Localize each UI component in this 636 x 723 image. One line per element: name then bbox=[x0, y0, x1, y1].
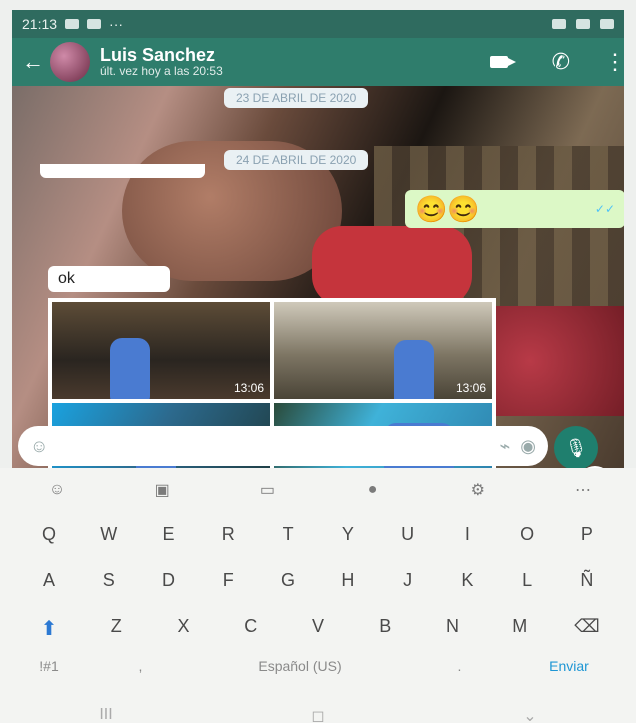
message-input-bar: ☺ ⌁ ◉ 🎙 bbox=[12, 424, 624, 470]
backspace-key-icon[interactable]: ⌫ bbox=[560, 616, 614, 641]
status-right bbox=[552, 19, 614, 29]
key-l[interactable]: L bbox=[500, 570, 554, 591]
shift-key-icon[interactable]: ⬆ bbox=[22, 616, 76, 641]
settings-gear-icon[interactable]: ⚙ bbox=[461, 480, 495, 500]
key-n[interactable]: N bbox=[426, 616, 480, 641]
date-pill-24: 24 DE ABRIL DE 2020 bbox=[224, 150, 369, 170]
key-n-tilde[interactable]: Ñ bbox=[560, 570, 614, 591]
signal-icon bbox=[552, 19, 566, 29]
read-ticks-icon: ✓✓ bbox=[594, 202, 615, 216]
key-j[interactable]: J bbox=[381, 570, 435, 591]
photo-tile-1[interactable]: 13:06 bbox=[52, 302, 270, 399]
key-m[interactable]: M bbox=[493, 616, 547, 641]
key-v[interactable]: V bbox=[291, 616, 345, 641]
key-b[interactable]: B bbox=[358, 616, 412, 641]
avatar[interactable] bbox=[50, 42, 90, 82]
key-row-1: Q W E R T Y U I O P bbox=[22, 524, 614, 545]
back-arrow-icon[interactable]: ← bbox=[22, 49, 44, 75]
key-z[interactable]: Z bbox=[89, 616, 143, 641]
more-dots-icon[interactable]: ⋯ bbox=[566, 480, 600, 500]
contact-titles[interactable]: Luis Sanchez últ. vez hoy a las 20:53 bbox=[100, 45, 223, 79]
voice-input-icon[interactable]: ● bbox=[356, 481, 390, 499]
whatsapp-screen: 21:13 ··· ← Luis Sanchez últ. vez hoy a … bbox=[0, 0, 636, 723]
system-navbar: III ◻ ⌄ bbox=[0, 706, 636, 723]
recent-apps-icon[interactable]: III bbox=[99, 706, 112, 723]
video-call-icon[interactable] bbox=[489, 54, 518, 70]
incoming-message[interactable]: ok bbox=[48, 266, 170, 292]
sticker-icon[interactable]: ▣ bbox=[145, 480, 179, 500]
photo-time-2: 13:06 bbox=[455, 381, 486, 395]
key-k[interactable]: K bbox=[440, 570, 494, 591]
key-row-bottom: !#1 , Español (US) . Enviar bbox=[22, 658, 614, 674]
key-comma[interactable]: , bbox=[114, 658, 168, 674]
home-icon[interactable]: ◻ bbox=[311, 706, 324, 723]
key-c[interactable]: C bbox=[224, 616, 278, 641]
wifi-icon bbox=[576, 19, 590, 29]
status-more: ··· bbox=[109, 16, 124, 32]
key-t[interactable]: T bbox=[261, 524, 315, 545]
back-nav-icon[interactable]: ⌄ bbox=[523, 706, 536, 723]
camera-icon[interactable]: ◉ bbox=[520, 436, 536, 457]
key-x[interactable]: X bbox=[157, 616, 211, 641]
wallpaper-red bbox=[312, 226, 472, 306]
key-row-2: A S D F G H J K L Ñ bbox=[22, 570, 614, 591]
mic-icon[interactable]: 🎙 bbox=[554, 426, 598, 470]
emoji-message: 😊😊 bbox=[415, 194, 480, 224]
photo-time-1: 13:06 bbox=[233, 381, 264, 395]
emoji-icon[interactable]: ☺ bbox=[30, 436, 48, 457]
chat-area: 23 DE ABRIL DE 2020 😊😊 ✓✓ 24 DE ABRIL DE… bbox=[12, 86, 624, 468]
message-input-container[interactable]: ☺ ⌁ ◉ bbox=[18, 426, 548, 466]
key-f[interactable]: F bbox=[201, 570, 255, 591]
key-d[interactable]: D bbox=[142, 570, 196, 591]
attach-icon[interactable]: ⌁ bbox=[499, 436, 510, 457]
status-bar: 21:13 ··· bbox=[12, 10, 624, 38]
key-q[interactable]: Q bbox=[22, 524, 76, 545]
key-r[interactable]: R bbox=[201, 524, 255, 545]
key-period[interactable]: . bbox=[433, 658, 487, 674]
gif-icon[interactable]: ▭ bbox=[250, 480, 284, 500]
previous-message-bubble[interactable] bbox=[40, 164, 205, 178]
message-meta: ✓✓ bbox=[591, 202, 615, 216]
key-s[interactable]: S bbox=[82, 570, 136, 591]
status-left: 21:13 ··· bbox=[22, 16, 123, 32]
outgoing-message[interactable]: 😊😊 ✓✓ bbox=[405, 190, 624, 228]
keyboard: ☺ ▣ ▭ ● ⚙ ⋯ Q W E R T Y U I O P A S D F … bbox=[0, 468, 636, 723]
space-key[interactable]: Español (US) bbox=[205, 658, 395, 674]
message-input[interactable] bbox=[58, 436, 490, 456]
status-icon-2 bbox=[87, 19, 102, 29]
key-i[interactable]: I bbox=[440, 524, 494, 545]
key-row-3: ⬆ Z X C V B N M ⌫ bbox=[22, 616, 614, 641]
key-h[interactable]: H bbox=[321, 570, 375, 591]
key-w[interactable]: W bbox=[82, 524, 136, 545]
emoji-keyboard-icon[interactable]: ☺ bbox=[40, 481, 74, 499]
phone-call-icon[interactable]: ✆ bbox=[552, 49, 570, 75]
key-a[interactable]: A bbox=[22, 570, 76, 591]
date-pill-23: 23 DE ABRIL DE 2020 bbox=[224, 88, 369, 108]
key-g[interactable]: G bbox=[261, 570, 315, 591]
chat-header: ← Luis Sanchez últ. vez hoy a las 20:53 … bbox=[12, 38, 626, 86]
photo-tile-2[interactable]: 13:06 bbox=[274, 302, 492, 399]
key-symbols[interactable]: !#1 bbox=[22, 658, 76, 674]
photo-figure-2 bbox=[394, 340, 434, 399]
key-u[interactable]: U bbox=[381, 524, 435, 545]
battery-icon bbox=[600, 19, 614, 29]
photo-figure-1 bbox=[110, 338, 150, 399]
last-seen: últ. vez hoy a las 20:53 bbox=[100, 64, 223, 79]
keyboard-toolbar: ☺ ▣ ▭ ● ⚙ ⋯ bbox=[40, 478, 600, 502]
send-key[interactable]: Enviar bbox=[524, 658, 614, 674]
more-menu-icon[interactable]: ⋮ bbox=[604, 49, 626, 75]
key-p[interactable]: P bbox=[560, 524, 614, 545]
status-time: 21:13 bbox=[22, 16, 58, 32]
status-icon-1 bbox=[65, 19, 80, 29]
key-y[interactable]: Y bbox=[321, 524, 375, 545]
contact-name[interactable]: Luis Sanchez bbox=[100, 45, 223, 66]
header-actions: ✆ ⋮ bbox=[489, 49, 626, 75]
key-o[interactable]: O bbox=[500, 524, 554, 545]
key-e[interactable]: E bbox=[142, 524, 196, 545]
wallpaper-blanket bbox=[482, 306, 624, 416]
